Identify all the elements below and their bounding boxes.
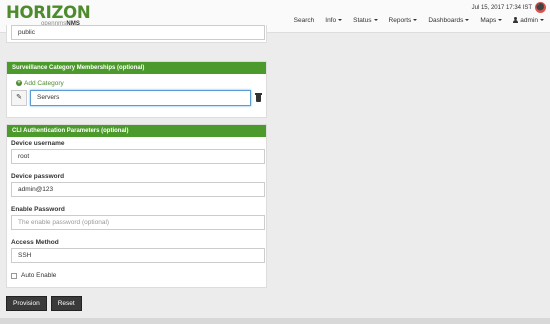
enable-password-label: Enable Password xyxy=(11,206,65,213)
category-input[interactable]: Servers xyxy=(30,90,251,106)
main-nav: Search Info Status Reports Dashboards Ma… xyxy=(294,17,544,24)
surveillance-panel: Surveillance Category Memberships (optio… xyxy=(6,61,267,118)
chevron-down-icon xyxy=(338,19,343,22)
chevron-down-icon xyxy=(465,19,470,22)
access-method-select[interactable]: SSH xyxy=(11,248,265,263)
device-password-label: Device password xyxy=(11,173,65,180)
nav-status[interactable]: Status xyxy=(353,17,378,24)
nav-reports[interactable]: Reports xyxy=(389,17,418,24)
plus-circle-icon: + xyxy=(16,80,22,87)
footer-strip xyxy=(0,318,550,324)
alarm-bell-icon[interactable]: ⚫ xyxy=(535,2,546,13)
nav-search[interactable]: Search xyxy=(294,17,315,24)
trash-icon[interactable] xyxy=(255,93,262,102)
device-password-field[interactable]: admin@123 xyxy=(11,182,265,197)
form-actions: Provision Reset xyxy=(6,296,82,311)
chevron-down-icon xyxy=(540,19,544,22)
snmp-panel: public xyxy=(6,25,267,43)
nav-dashboards[interactable]: Dashboards xyxy=(428,17,470,24)
chevron-down-icon xyxy=(373,19,378,22)
provision-button[interactable]: Provision xyxy=(6,296,47,311)
edit-pencil-icon[interactable]: ✎ xyxy=(11,90,27,106)
add-category-link[interactable]: + Add Category xyxy=(16,80,64,87)
snmp-community-field[interactable]: public xyxy=(11,25,265,40)
cli-auth-panel: CLI Authentication Parameters (optional)… xyxy=(6,124,267,288)
device-username-label: Device username xyxy=(11,140,65,147)
header-clock: Jul 15, 2017 17:34 IST xyxy=(471,5,532,11)
user-icon xyxy=(513,17,519,23)
access-method-label: Access Method xyxy=(11,239,59,246)
surveillance-panel-title: Surveillance Category Memberships (optio… xyxy=(7,62,266,74)
reset-button[interactable]: Reset xyxy=(50,296,82,311)
category-row: ✎ Servers xyxy=(11,90,265,106)
nav-info[interactable]: Info xyxy=(325,17,343,24)
auto-enable-label: Auto Enable xyxy=(21,272,57,279)
auto-enable-checkbox[interactable] xyxy=(11,273,17,279)
enable-password-field[interactable]: The enable password (optional) xyxy=(11,215,265,230)
cli-panel-title: CLI Authentication Parameters (optional) xyxy=(7,125,266,137)
logo-wordmark: HORIZON xyxy=(6,3,91,22)
nav-user-menu[interactable]: admin xyxy=(513,17,544,24)
chevron-down-icon xyxy=(413,19,418,22)
device-username-field[interactable]: root xyxy=(11,149,265,164)
nav-maps[interactable]: Maps xyxy=(480,17,503,24)
chevron-down-icon xyxy=(498,19,503,22)
